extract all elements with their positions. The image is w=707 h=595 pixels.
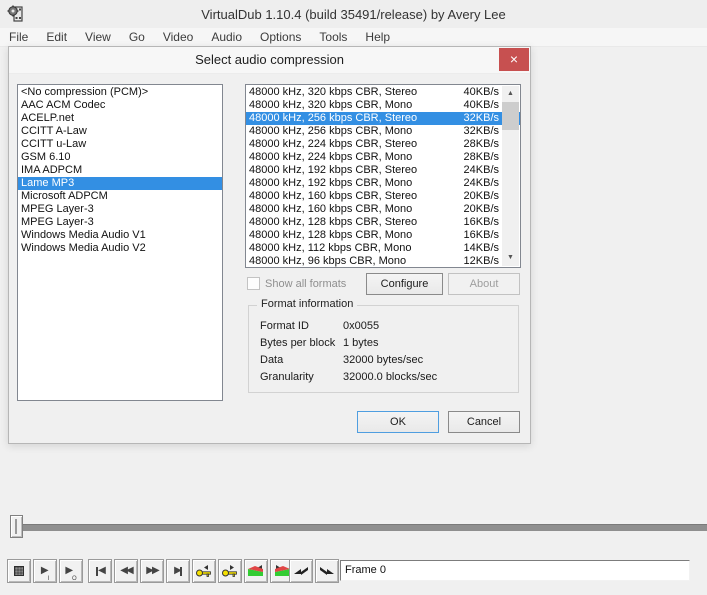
- format-list-item[interactable]: 48000 kHz, 256 kbps CBR, Stereo 32KB/s: [246, 112, 520, 125]
- scene-flag-left-icon: [248, 565, 263, 576]
- codec-list-item[interactable]: MPEG Layer-3: [18, 216, 222, 229]
- codec-listbox[interactable]: <No compression (PCM)> AAC ACM Codec ACELP…: [17, 84, 223, 401]
- play-input-icon: ▶: [40, 565, 49, 576]
- codec-list-item[interactable]: ACELP.net: [18, 112, 222, 125]
- cancel-button[interactable]: Cancel: [448, 411, 520, 433]
- format-list-item[interactable]: 48000 kHz, 112 kbps CBR, Mono 14KB/s: [246, 242, 520, 255]
- step-forward-button[interactable]: ▶▶: [140, 559, 164, 583]
- close-icon: ×: [509, 51, 519, 67]
- menu-audio[interactable]: Audio: [202, 28, 251, 46]
- format-list-item[interactable]: 48000 kHz, 128 kbps CBR, Mono 16KB/s: [246, 229, 520, 242]
- double-right-arrow-icon: ▶▶: [146, 565, 159, 576]
- format-information-group: Format information Format ID 0x0055 Byte…: [248, 298, 519, 393]
- bytes-per-block-value: 1 bytes: [343, 337, 379, 349]
- scrollbar-thumb[interactable]: [502, 102, 519, 130]
- codec-list-item[interactable]: Windows Media Audio V1: [18, 229, 222, 242]
- dialog-titlebar: Select audio compression ×: [9, 47, 530, 74]
- format-list-item[interactable]: 48000 kHz, 320 kbps CBR, Stereo 40KB/s: [246, 86, 520, 99]
- next-keyframe-button[interactable]: [218, 559, 242, 583]
- format-id-label: Format ID: [260, 320, 309, 332]
- scroll-up-icon[interactable]: ▲: [502, 86, 519, 102]
- granularity-value: 32000.0 blocks/sec: [343, 371, 438, 383]
- menu-tools[interactable]: Tools: [310, 28, 356, 46]
- menu-help[interactable]: Help: [356, 28, 399, 46]
- about-button: About: [448, 273, 520, 295]
- position-trackbar[interactable]: [12, 524, 707, 531]
- select-audio-compression-dialog: Select audio compression × <No compressi…: [8, 46, 531, 444]
- granularity-label: Granularity: [260, 371, 314, 383]
- skip-to-end-icon: [179, 566, 182, 576]
- play-output-button[interactable]: ▶ O: [59, 559, 83, 583]
- show-all-formats-label: Show all formats: [265, 277, 347, 290]
- window-title: VirtualDub 1.10.4 (build 35491/release) …: [201, 6, 506, 22]
- scroll-down-icon[interactable]: ▼: [502, 250, 519, 266]
- key-right-icon: [222, 565, 237, 577]
- format-list-item[interactable]: 48000 kHz, 320 kbps CBR, Mono 40KB/s: [246, 99, 520, 112]
- virtualdub-app-icon: [7, 5, 23, 22]
- menu-view[interactable]: View: [76, 28, 120, 46]
- format-list-item[interactable]: 48000 kHz, 192 kbps CBR, Mono 24KB/s: [246, 177, 520, 190]
- stop-button[interactable]: [7, 559, 31, 583]
- data-rate-label: Data: [260, 354, 284, 366]
- configure-button[interactable]: Configure: [366, 273, 443, 295]
- menu-edit[interactable]: Edit: [37, 28, 76, 46]
- key-left-icon: [196, 565, 211, 577]
- format-list-scrollbar[interactable]: ▲ ▼: [502, 86, 519, 266]
- format-info-row: Format ID 0x0055: [260, 318, 512, 335]
- show-all-formats-checkbox[interactable]: [247, 277, 260, 290]
- step-back-button[interactable]: ◀◀: [114, 559, 138, 583]
- close-button[interactable]: ×: [499, 48, 529, 71]
- format-list-item[interactable]: 48000 kHz, 160 kbps CBR, Stereo 20KB/s: [246, 190, 520, 203]
- format-list-item[interactable]: 48000 kHz, 128 kbps CBR, Stereo 16KB/s: [246, 216, 520, 229]
- play-output-icon: ▶: [65, 565, 73, 576]
- codec-list-item[interactable]: MPEG Layer-3: [18, 203, 222, 216]
- format-list-item[interactable]: 48000 kHz, 96 kbps CBR, Mono 12KB/s: [246, 255, 520, 267]
- prev-keyframe-button[interactable]: [192, 559, 216, 583]
- mark-out-arrow-icon: [320, 567, 334, 575]
- codec-list-item[interactable]: CCITT A-Law: [18, 125, 222, 138]
- format-listbox[interactable]: 48000 kHz, 320 kbps CBR, Stereo 40KB/s 480…: [245, 84, 521, 268]
- codec-list-item[interactable]: IMA ADPCM: [18, 164, 222, 177]
- data-rate-value: 32000 bytes/sec: [343, 354, 424, 366]
- format-list-item[interactable]: 48000 kHz, 256 kbps CBR, Mono 32KB/s: [246, 125, 520, 138]
- bytes-per-block-label: Bytes per block: [260, 337, 336, 349]
- play-input-button[interactable]: ▶ I: [33, 559, 57, 583]
- format-id-value: 0x0055: [343, 320, 380, 332]
- format-info-row: Data 32000 bytes/sec: [260, 352, 512, 369]
- show-all-formats-row: Show all formats: [247, 277, 346, 290]
- mark-in-arrow-icon: [294, 567, 308, 575]
- format-info-row: Granularity 32000.0 blocks/sec: [260, 369, 512, 386]
- format-list-item[interactable]: 48000 kHz, 224 kbps CBR, Mono 28KB/s: [246, 151, 520, 164]
- format-list-item[interactable]: 48000 kHz, 224 kbps CBR, Stereo 28KB/s: [246, 138, 520, 151]
- menu-file[interactable]: File: [0, 28, 37, 46]
- format-info-row: Bytes per block 1 bytes: [260, 335, 512, 352]
- stop-icon: [14, 566, 24, 576]
- codec-list-item[interactable]: AAC ACM Codec: [18, 99, 222, 112]
- codec-list-item[interactable]: Lame MP3: [18, 177, 222, 190]
- dialog-title: Select audio compression: [195, 52, 344, 67]
- trackbar-thumb[interactable]: [10, 515, 23, 538]
- menu-video[interactable]: Video: [154, 28, 202, 46]
- double-left-arrow-icon: ◀◀: [120, 565, 133, 576]
- window-titlebar: VirtualDub 1.10.4 (build 35491/release) …: [0, 0, 707, 28]
- ok-button[interactable]: OK: [357, 411, 439, 433]
- menu-go[interactable]: Go: [120, 28, 154, 46]
- codec-list-item[interactable]: CCITT u-Law: [18, 138, 222, 151]
- menubar: File Edit View Go Video Audio Options To…: [0, 28, 707, 47]
- codec-list-item[interactable]: GSM 6.10: [18, 151, 222, 164]
- format-information-title: Format information: [257, 298, 358, 310]
- codec-list-item[interactable]: <No compression (PCM)>: [18, 86, 222, 99]
- codec-list-item[interactable]: Windows Media Audio V2: [18, 242, 222, 255]
- scene-reverse-button[interactable]: [244, 559, 268, 583]
- goto-end-button[interactable]: ▶: [166, 559, 190, 583]
- format-list-rows: 48000 kHz, 320 kbps CBR, Stereo 40KB/s 480…: [246, 86, 520, 267]
- format-list-item[interactable]: 48000 kHz, 192 kbps CBR, Stereo 24KB/s: [246, 164, 520, 177]
- format-list-item[interactable]: 48000 kHz, 160 kbps CBR, Mono 20KB/s: [246, 203, 520, 216]
- frame-position-field[interactable]: Frame 0: [340, 560, 690, 581]
- mark-in-button[interactable]: [289, 559, 313, 583]
- codec-list-item[interactable]: Microsoft ADPCM: [18, 190, 222, 203]
- mark-out-button[interactable]: [315, 559, 339, 583]
- goto-start-button[interactable]: ◀: [88, 559, 112, 583]
- menu-options[interactable]: Options: [251, 28, 310, 46]
